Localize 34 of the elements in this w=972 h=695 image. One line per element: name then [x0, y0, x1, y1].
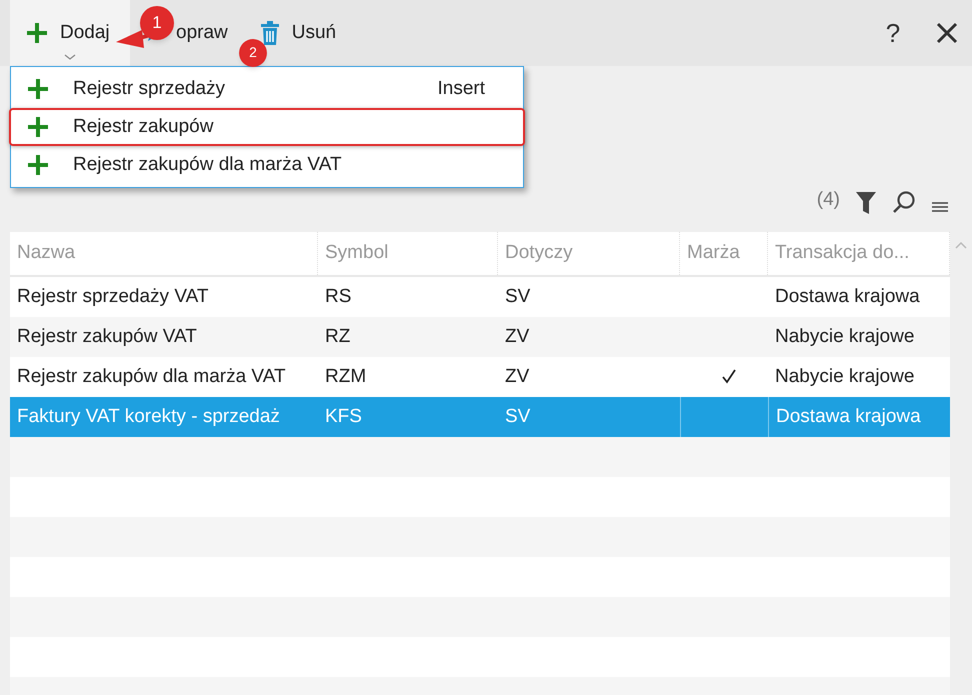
table-cell-text: Faktury VAT korekty - sprzedaż	[17, 404, 280, 429]
plus-icon	[26, 22, 48, 44]
menu-item[interactable]: Rejestr zakupów dla marża VAT	[9, 146, 525, 184]
plus-icon	[27, 154, 49, 176]
table-cell-text: Nabycie krajowe	[775, 324, 914, 349]
chevron-icon	[64, 54, 76, 60]
table-cell-text: Rejestr sprzedaży VAT	[17, 284, 208, 309]
menu-item[interactable]: Rejestr sprzedaży Insert	[9, 70, 525, 108]
help-button[interactable]: ?	[864, 0, 922, 66]
table-cell-text: Dostawa krajowa	[775, 284, 920, 309]
table-cell-text: RZ	[325, 324, 350, 349]
toolbar-button[interactable]: Dodaj	[10, 0, 130, 66]
table-cell-text: RZM	[325, 364, 366, 389]
plus-icon	[27, 78, 49, 100]
trash-icon	[260, 21, 280, 45]
table-cell-text: Dostawa krajowa	[776, 404, 921, 429]
table-cell-text: Rejestr zakupów VAT	[17, 324, 197, 349]
filter-icon[interactable]	[856, 192, 876, 214]
table-cell-text: Nabycie krajowe	[775, 364, 914, 389]
search-icon[interactable]	[892, 190, 916, 214]
close-icon	[936, 22, 958, 44]
table-cell-text: ZV	[505, 324, 530, 349]
table-cell-text: SV	[505, 284, 530, 309]
table-cell-text: Rejestr zakupów dla marża VAT	[17, 364, 286, 389]
menu-item[interactable]: Rejestr zakupów	[9, 108, 525, 146]
record-count: (4)	[816, 188, 840, 212]
menu-icon[interactable]	[932, 200, 948, 214]
shortcut-label: Insert	[437, 76, 485, 101]
table-row[interactable]: Rejestr zakupów VAT RZ ZV Nabycie krajowe	[10, 317, 950, 357]
table-cell-text: KFS	[325, 404, 362, 429]
plus-icon	[27, 116, 49, 138]
table-cell-text: RS	[325, 284, 352, 309]
table-cell-text: ZV	[505, 364, 530, 389]
table-cell-text: SV	[505, 404, 530, 429]
